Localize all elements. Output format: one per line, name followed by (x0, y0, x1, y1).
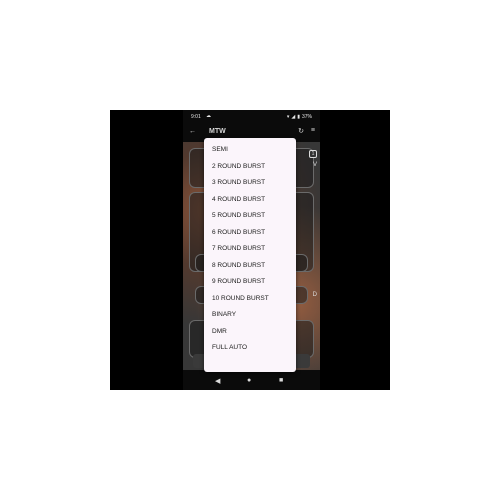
menu-icon[interactable]: ≡ (311, 127, 315, 134)
nav-recents-icon[interactable]: ■ (279, 377, 283, 384)
phone-frame: 9:01 ☁ ▾ ◢ ▮ 37% ← MTW ↻ ≡ 1 V D ◀ ● ■ S… (110, 110, 390, 390)
refresh-icon[interactable]: ↻ (298, 127, 304, 135)
dropdown-option-full-auto[interactable]: FULL AUTO (204, 340, 296, 357)
dropdown-option-3-round-burst[interactable]: 3 ROUND BURST (204, 175, 296, 192)
side-label-2: D (312, 292, 317, 298)
signal-icon: ◢ (291, 114, 296, 120)
page-title: MTW (209, 128, 226, 135)
status-icons: ▾ ◢ ▮ 37% (287, 114, 312, 120)
status-time: 9:01 (191, 114, 201, 120)
battery-icon: ▮ (297, 114, 300, 120)
dropdown-option-8-round-burst[interactable]: 8 ROUND BURST (204, 258, 296, 275)
nav-bar: ◀ ● ■ (183, 374, 320, 390)
nav-home-icon[interactable]: ● (247, 377, 251, 384)
nav-back-icon[interactable]: ◀ (215, 377, 220, 385)
dropdown-option-7-round-burst[interactable]: 7 ROUND BURST (204, 241, 296, 258)
dropdown-option-10-round-burst[interactable]: 10 ROUND BURST (204, 291, 296, 308)
dropdown-option-5-round-burst[interactable]: 5 ROUND BURST (204, 208, 296, 225)
count-badge: 1 (309, 150, 317, 158)
status-bar: 9:01 ☁ ▾ ◢ ▮ 37% (183, 110, 320, 124)
dropdown-list: SEMI 2 ROUND BURST 3 ROUND BURST 4 ROUND… (204, 138, 296, 357)
dropdown-option-9-round-burst[interactable]: 9 ROUND BURST (204, 274, 296, 291)
dropdown-option-6-round-burst[interactable]: 6 ROUND BURST (204, 225, 296, 242)
battery-percent: 37% (301, 114, 312, 120)
wifi-icon: ▾ (286, 114, 290, 120)
dropdown-option-4-round-burst[interactable]: 4 ROUND BURST (204, 192, 296, 209)
arrow-left-icon[interactable]: ← (189, 128, 196, 135)
dropdown-option-binary[interactable]: BINARY (204, 307, 296, 324)
cloud-icon: ☁ (206, 113, 211, 119)
dropdown-option-2-round-burst[interactable]: 2 ROUND BURST (204, 159, 296, 176)
dropdown-option-semi[interactable]: SEMI (204, 142, 296, 159)
dropdown-option-dmr[interactable]: DMR (204, 324, 296, 341)
side-label-1: V (312, 162, 317, 168)
fire-mode-dropdown: SEMI 2 ROUND BURST 3 ROUND BURST 4 ROUND… (204, 138, 296, 372)
